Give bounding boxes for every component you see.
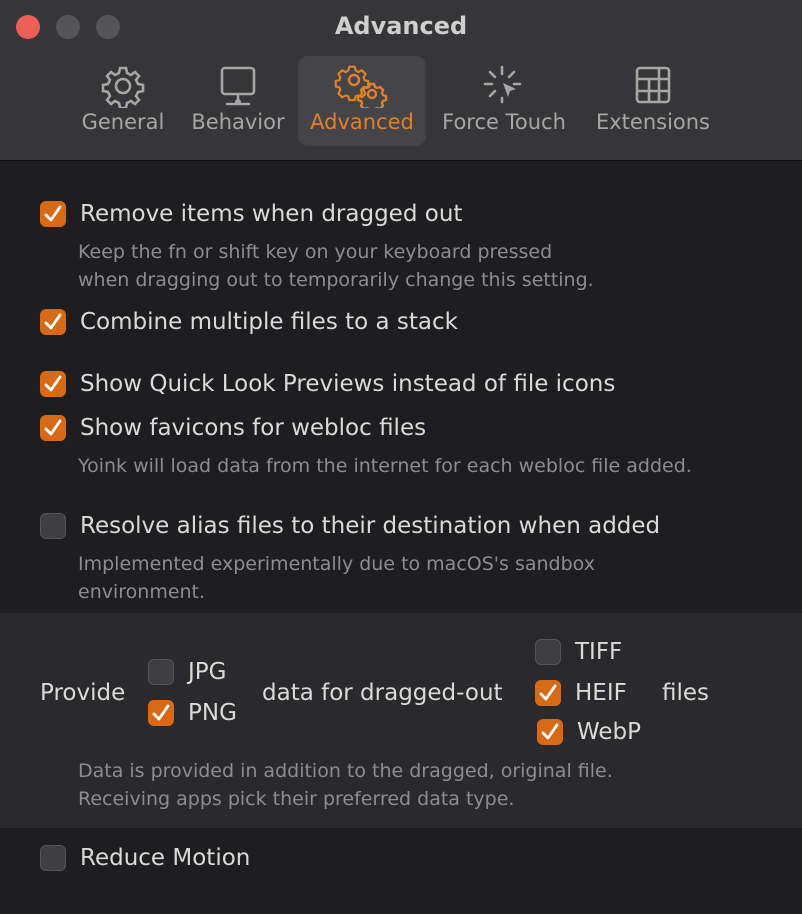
checkmark-icon <box>152 704 170 721</box>
provide-prefix-label: Provide <box>40 680 126 706</box>
tab-force-touch-label: Force Touch <box>442 110 566 134</box>
png-label: PNG <box>188 700 237 726</box>
tab-extensions-label: Extensions <box>595 110 711 134</box>
resolve-alias-checkbox[interactable] <box>40 513 66 539</box>
provide-help-line2: Receiving apps pick their preferred data… <box>78 788 515 810</box>
quicklook-previews-checkbox[interactable] <box>40 371 66 397</box>
tab-general[interactable]: General <box>72 56 174 146</box>
reduce-motion-checkbox[interactable] <box>40 845 66 871</box>
gear-icon <box>101 66 145 108</box>
toolbar: Advanced General Behavior Advanced Force… <box>0 0 802 161</box>
grid-icon <box>635 66 671 104</box>
favicons-checkbox[interactable] <box>40 415 66 441</box>
webp-checkbox[interactable] <box>537 719 563 745</box>
reduce-motion-label: Reduce Motion <box>80 845 251 871</box>
tiff-checkbox[interactable] <box>535 639 561 665</box>
checkmark-icon <box>541 723 559 740</box>
heif-label: HEIF <box>575 680 627 706</box>
favicons-label: Show favicons for webloc files <box>80 415 427 441</box>
png-checkbox[interactable] <box>148 700 174 726</box>
quicklook-previews-label: Show Quick Look Previews instead of file… <box>80 371 616 397</box>
checkmark-icon <box>539 684 557 701</box>
remove-items-checkbox[interactable] <box>40 201 66 227</box>
resolve-alias-label: Resolve alias files to their destination… <box>80 513 661 539</box>
tab-behavior-label: Behavior <box>191 110 285 134</box>
window-title: Advanced <box>334 12 468 40</box>
resolve-alias-help-line2: environment. <box>78 581 206 603</box>
combine-stack-checkbox[interactable] <box>40 309 66 335</box>
tab-general-label: General <box>81 110 165 134</box>
resolve-alias-help-line1: Implemented experimentally due to macOS'… <box>78 553 595 575</box>
tiff-label: TIFF <box>575 639 623 665</box>
checkmark-icon <box>44 419 62 436</box>
cursor-click-icon <box>483 65 522 104</box>
tab-behavior[interactable]: Behavior <box>186 56 290 146</box>
provide-help-line1: Data is provided in addition to the drag… <box>78 760 613 782</box>
jpg-label: JPG <box>188 659 227 685</box>
remove-items-help-line2: when dragging out to temporarily change … <box>78 269 594 291</box>
provide-suffix-label: files <box>662 680 710 706</box>
gears-icon <box>334 65 388 108</box>
combine-stack-label: Combine multiple files to a stack <box>80 309 458 335</box>
remove-items-help-line1: Keep the fn or shift key on your keyboar… <box>78 241 553 263</box>
webp-label: WebP <box>577 719 642 745</box>
heif-checkbox[interactable] <box>535 680 561 706</box>
checkmark-icon <box>44 375 62 392</box>
favicons-help: Yoink will load data from the internet f… <box>78 455 692 477</box>
provide-middle-label: data for dragged-out <box>262 680 503 706</box>
remove-items-label: Remove items when dragged out <box>80 201 463 227</box>
tab-extensions[interactable]: Extensions <box>588 56 718 146</box>
checkmark-icon <box>44 313 62 330</box>
monitor-icon <box>220 66 256 106</box>
jpg-checkbox[interactable] <box>148 659 174 685</box>
tab-advanced-label: Advanced <box>310 110 414 134</box>
tab-advanced[interactable]: Advanced <box>298 56 426 146</box>
tab-force-touch[interactable]: Force Touch <box>436 56 572 146</box>
checkmark-icon <box>44 205 62 222</box>
